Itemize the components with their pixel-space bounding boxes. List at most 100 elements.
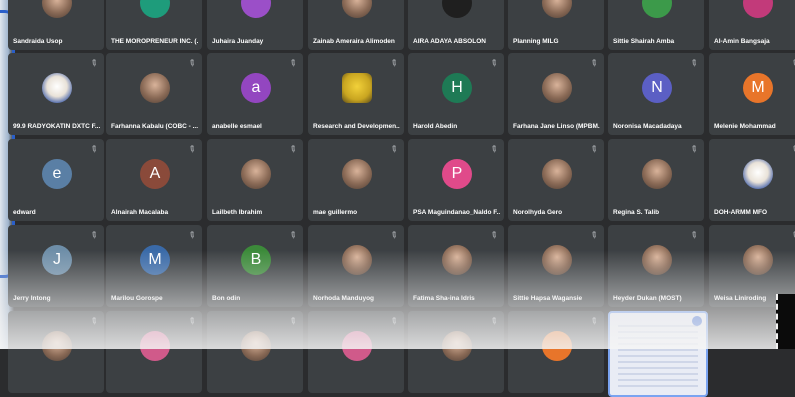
pin-icon[interactable]: ✎ xyxy=(388,57,400,70)
pin-icon[interactable]: ✎ xyxy=(588,315,600,328)
right-edge-bar xyxy=(776,294,795,349)
pin-icon[interactable]: ✎ xyxy=(186,57,198,70)
pin-icon[interactable]: ✎ xyxy=(488,229,500,242)
avatar-initial: J xyxy=(42,245,72,275)
participant-tile[interactable]: ✎Juhaira Juanday xyxy=(207,0,303,50)
participant-name: Farhana Jane Linso (MPBM... xyxy=(513,123,600,130)
pin-icon[interactable]: ✎ xyxy=(88,315,100,328)
pin-icon[interactable]: ✎ xyxy=(88,229,100,242)
pin-icon[interactable]: ✎ xyxy=(88,57,100,70)
pin-icon[interactable]: ✎ xyxy=(488,315,500,328)
participant-tile[interactable]: ✎ Lailbeth Ibrahim xyxy=(207,139,303,221)
participant-tile[interactable]: ✎Sittie Shairah Amba xyxy=(608,0,704,50)
avatar-initial: P xyxy=(442,159,472,189)
participant-tile[interactable]: ✎ P PSA Maguindanao_Naldo F... xyxy=(408,139,504,221)
avatar xyxy=(140,73,170,103)
participant-tile[interactable]: ✎ Regina S. Talib xyxy=(608,139,704,221)
participant-tile[interactable]: ✎ M Melenie Mohammad xyxy=(709,53,795,135)
participant-tile[interactable]: ✎ M Marilou Gorospe xyxy=(106,225,202,307)
participant-name: Farhanna Kabalu (COBC - ... xyxy=(111,123,198,130)
participant-tile[interactable]: ✎ Research and Developmen... xyxy=(308,53,404,135)
avatar xyxy=(743,245,773,275)
participant-tile[interactable]: ✎Zainab Ameraira Alimoden xyxy=(308,0,404,50)
pin-icon[interactable]: ✎ xyxy=(186,229,198,242)
participant-tile[interactable]: ✎ B Bon odin xyxy=(207,225,303,307)
avatar-initial: A xyxy=(140,159,170,189)
participant-tile[interactable]: ✎ Norhoda Manduyog xyxy=(308,225,404,307)
shared-screen-thumbnail xyxy=(618,323,698,387)
participant-tile[interactable]: ✎ xyxy=(8,311,104,393)
participant-tile[interactable]: ✎ xyxy=(508,311,604,393)
participant-tile[interactable] xyxy=(608,311,708,397)
participant-name: Harold Abedin xyxy=(413,123,458,130)
avatar xyxy=(42,73,72,103)
pin-icon[interactable]: ✎ xyxy=(287,229,299,242)
pin-icon[interactable]: ✎ xyxy=(688,143,700,156)
pin-icon[interactable]: ✎ xyxy=(588,57,600,70)
pin-icon[interactable]: ✎ xyxy=(688,229,700,242)
pin-icon[interactable]: ✎ xyxy=(588,229,600,242)
participant-tile[interactable]: ✎ A Alnairah Macalaba xyxy=(106,139,202,221)
participant-name: Research and Developmen... xyxy=(313,123,400,130)
participant-tile[interactable]: ✎ Heyder Dukan (MOST) xyxy=(608,225,704,307)
participant-tile[interactable]: ✎ H Harold Abedin xyxy=(408,53,504,135)
participant-tile[interactable]: ✎ Farhanna Kabalu (COBC - ... xyxy=(106,53,202,135)
participant-tile[interactable]: ✎Al-Amin Bangsaja xyxy=(709,0,795,50)
participant-name: Lailbeth Ibrahim xyxy=(212,209,263,216)
participant-tile[interactable]: ✎ xyxy=(207,311,303,393)
pin-icon[interactable]: ✎ xyxy=(488,57,500,70)
pin-icon[interactable]: ✎ xyxy=(186,315,198,328)
participant-name: mae guillermo xyxy=(313,209,358,216)
participant-tile[interactable]: ✎ Sittie Hapsa Wagansie xyxy=(508,225,604,307)
participant-tile[interactable]: ✎ Fatima Sha-ina Idris xyxy=(408,225,504,307)
participant-tile[interactable]: ✎Planning MILG xyxy=(508,0,604,50)
pin-icon[interactable]: ✎ xyxy=(488,143,500,156)
participant-tile[interactable]: ✎Sandraida Usop xyxy=(8,0,104,50)
participant-name: Norhoda Manduyog xyxy=(313,295,375,302)
pin-icon[interactable]: ✎ xyxy=(388,143,400,156)
participant-tile[interactable]: ✎ a anabelle esmael xyxy=(207,53,303,135)
participant-name: Al-Amin Bangsaja xyxy=(714,38,770,45)
participant-tile[interactable]: ✎ Norolhyda Gero xyxy=(508,139,604,221)
pin-icon[interactable]: ✎ xyxy=(287,143,299,156)
participant-name: Sittie Hapsa Wagansie xyxy=(513,295,583,302)
participant-tile[interactable]: ✎ DOH-ARMM MFO xyxy=(709,139,795,221)
avatar xyxy=(743,159,773,189)
participant-tile[interactable]: ✎ mae guillermo xyxy=(308,139,404,221)
participant-tile[interactable]: ✎ xyxy=(106,311,202,393)
participant-tile[interactable]: ✎ J Jerry Intong xyxy=(8,225,104,307)
participant-tile[interactable]: ✎ xyxy=(408,311,504,393)
participant-tile[interactable]: ✎ N Noronisa Macadadaya xyxy=(608,53,704,135)
participant-name: Noronisa Macadadaya xyxy=(613,123,682,130)
pin-icon[interactable]: ✎ xyxy=(287,57,299,70)
avatar-initial: B xyxy=(241,245,271,275)
participant-tile[interactable]: ✎ 99.9 RADYOKATIN DXTC F... xyxy=(8,53,104,135)
pin-icon[interactable]: ✎ xyxy=(88,143,100,156)
pin-icon[interactable]: ✎ xyxy=(588,143,600,156)
pin-icon[interactable]: ✎ xyxy=(287,315,299,328)
pin-icon[interactable]: ✎ xyxy=(789,143,795,156)
participant-tile[interactable]: ✎ e edward xyxy=(8,139,104,221)
pin-icon[interactable]: ✎ xyxy=(186,143,198,156)
participant-tile[interactable]: ✎THE MOROPRENEUR INC. (... xyxy=(106,0,202,50)
avatar xyxy=(342,73,372,103)
avatar-initial xyxy=(140,331,170,361)
participant-tile[interactable]: ✎ Farhana Jane Linso (MPBM... xyxy=(508,53,604,135)
pin-icon[interactable]: ✎ xyxy=(688,57,700,70)
presenter-indicator-icon xyxy=(692,316,702,326)
participant-name: Heyder Dukan (MOST) xyxy=(613,295,682,302)
avatar xyxy=(42,0,72,18)
avatar xyxy=(442,331,472,361)
participant-tile[interactable]: ✎AIRA ADAYA ABSOLON xyxy=(408,0,504,50)
participant-name: Marilou Gorospe xyxy=(111,295,163,302)
participant-name: Norolhyda Gero xyxy=(513,209,563,216)
participant-name: Sandraida Usop xyxy=(13,38,63,45)
avatar-initial: H xyxy=(442,73,472,103)
participant-tile[interactable]: ✎ xyxy=(308,311,404,393)
avatar xyxy=(241,331,271,361)
pin-icon[interactable]: ✎ xyxy=(789,229,795,242)
pin-icon[interactable]: ✎ xyxy=(388,229,400,242)
avatar-initial xyxy=(743,0,773,18)
pin-icon[interactable]: ✎ xyxy=(388,315,400,328)
pin-icon[interactable]: ✎ xyxy=(789,57,795,70)
